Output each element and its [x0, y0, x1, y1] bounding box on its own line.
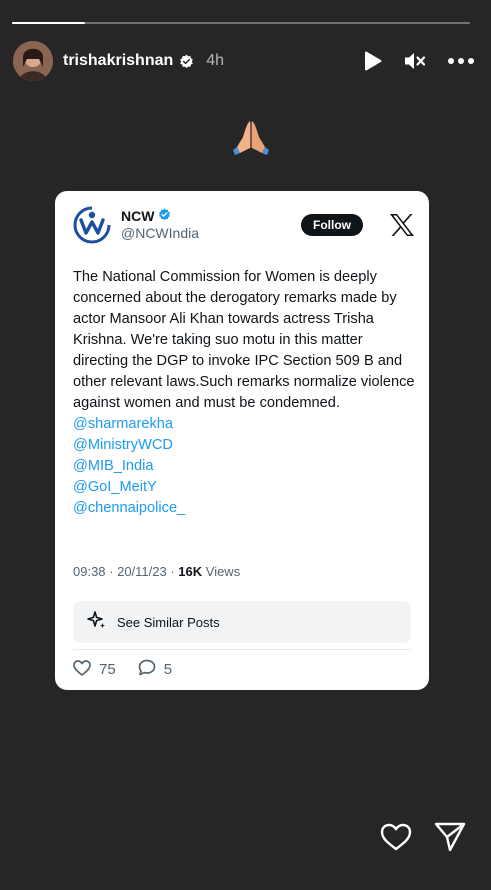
send-icon[interactable] — [434, 822, 466, 852]
story-progress-fill — [12, 22, 86, 24]
mention-link[interactable]: @chennaipolice_ — [73, 498, 415, 519]
follow-button[interactable]: Follow — [301, 214, 363, 236]
tweet-account: NCW @NCWIndia — [121, 208, 199, 242]
heart-outline-icon — [73, 659, 91, 680]
divider — [73, 649, 411, 650]
mention-link[interactable]: @MIB_India — [73, 456, 415, 477]
mention-link[interactable]: @sharmarekha — [73, 414, 415, 435]
x-logo-icon[interactable] — [389, 213, 415, 237]
reply-count: 5 — [163, 661, 173, 678]
folded-hands-icon — [231, 117, 271, 157]
tweet-time[interactable]: 09:38 · 20/11/23 · — [73, 564, 178, 579]
like-button[interactable]: 75 — [73, 659, 116, 680]
mention-link[interactable]: @MinistryWCD — [73, 435, 415, 456]
story-progress-bar — [12, 22, 470, 24]
tweet-meta: 09:38 · 20/11/23 · 16K Views — [73, 564, 240, 579]
mention-link[interactable]: @GoI_MeitY — [73, 477, 415, 498]
reply-bubble-icon — [138, 659, 156, 680]
play-icon[interactable] — [364, 51, 382, 71]
tweet-views-label: Views — [202, 564, 241, 579]
tweet-card[interactable]: NCW @NCWIndia Follow The National Commis… — [55, 191, 429, 690]
see-similar-posts-button[interactable]: See Similar Posts — [73, 601, 411, 643]
tweet-engagement: 75 5 — [73, 659, 194, 680]
tweet-account-name[interactable]: NCW — [121, 208, 154, 225]
tweet-body-text: The National Commission for Women is dee… — [73, 269, 415, 411]
tweet-account-handle[interactable]: @NCWIndia — [121, 225, 199, 242]
tweet-views-count: 16K — [178, 564, 203, 579]
story-header-actions — [364, 51, 478, 71]
heart-icon[interactable] — [380, 822, 412, 852]
story-bottom-actions — [380, 822, 466, 852]
verified-badge-icon — [158, 208, 171, 225]
story-timestamp: 4h — [206, 52, 225, 69]
sparkle-icon — [87, 610, 107, 635]
story-header: trishakrishnan 4h — [13, 40, 478, 82]
story-viewer: trishakrishnan 4h NCW @NCWIndia Follow T… — [0, 0, 491, 890]
more-icon[interactable] — [448, 58, 474, 64]
story-username[interactable]: trishakrishnan — [63, 52, 173, 70]
avatar[interactable] — [13, 41, 53, 81]
ncw-logo-icon[interactable] — [73, 206, 111, 244]
tweet-body: The National Commission for Women is dee… — [73, 267, 415, 519]
like-count: 75 — [99, 661, 116, 678]
verified-badge-icon — [179, 54, 194, 69]
muted-speaker-icon[interactable] — [404, 51, 426, 71]
reply-button[interactable]: 5 — [138, 659, 172, 680]
see-similar-posts-label: See Similar Posts — [117, 614, 220, 630]
tweet-header: NCW @NCWIndia Follow — [73, 205, 415, 245]
